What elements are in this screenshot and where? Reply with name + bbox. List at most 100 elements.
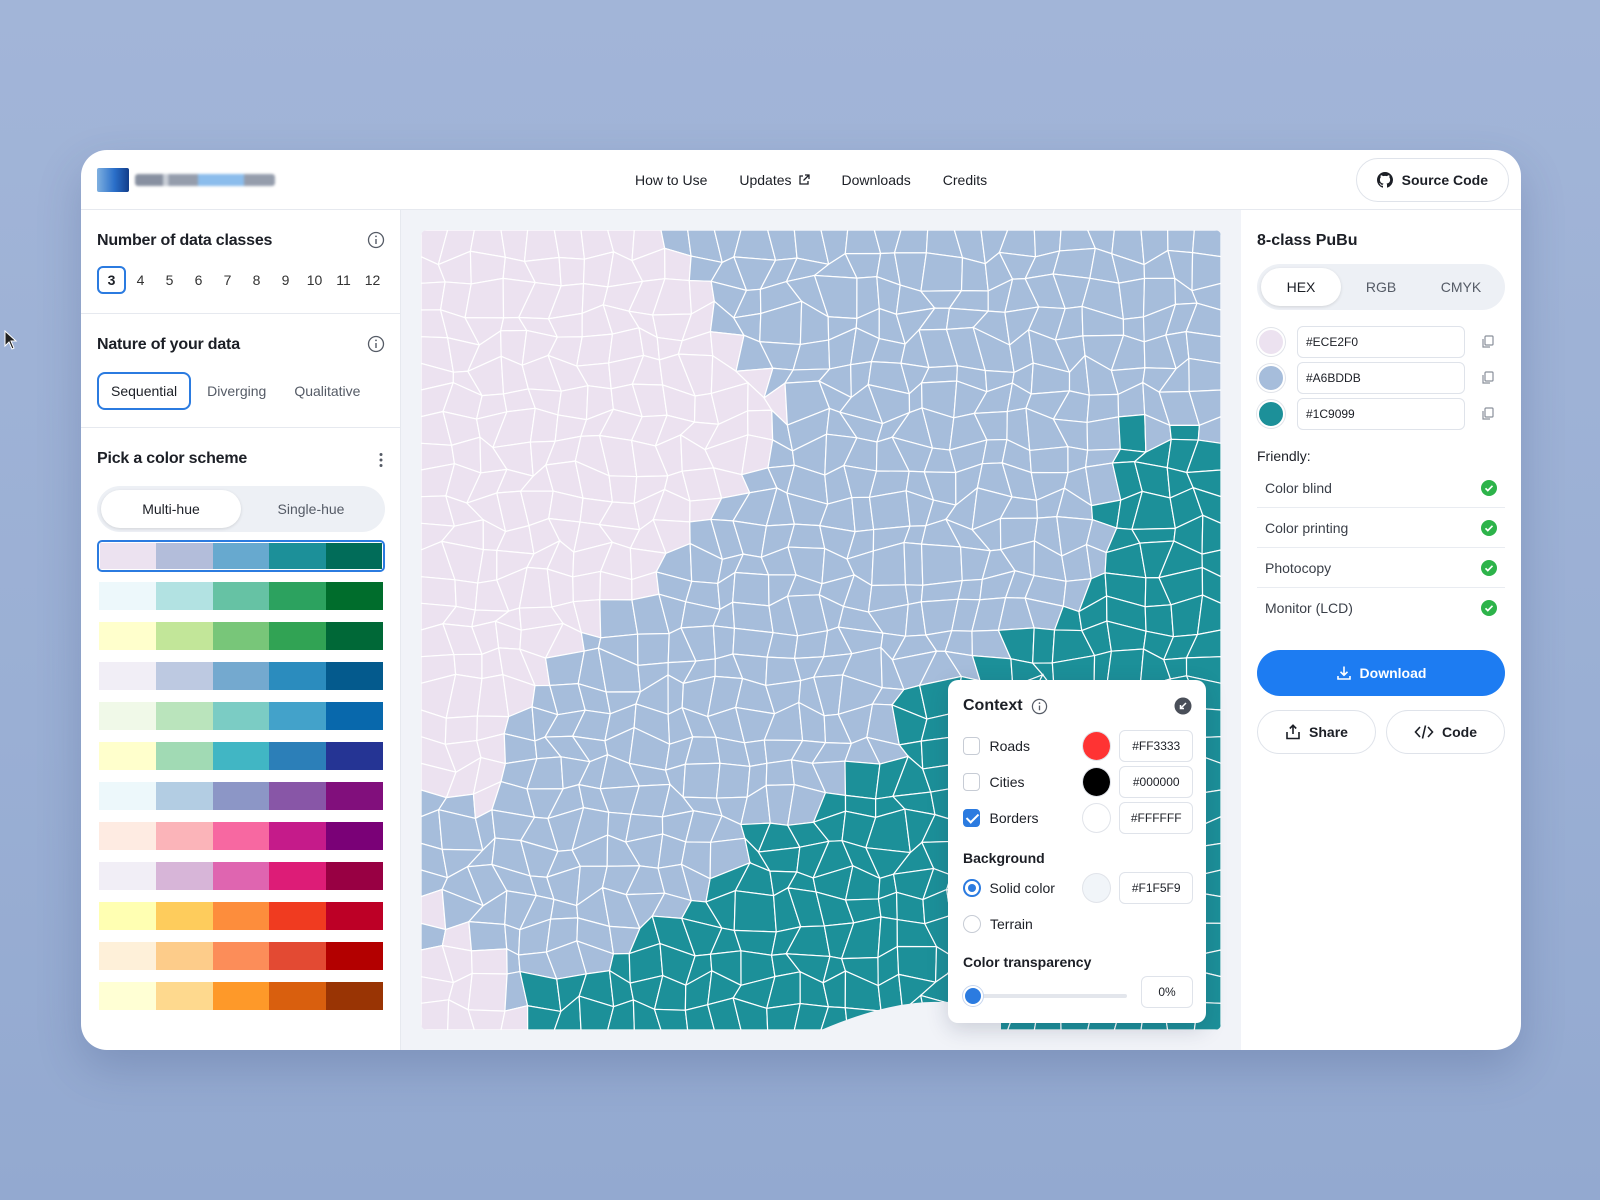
color-hex-field[interactable]: #A6BDDB: [1297, 362, 1465, 394]
color-hex-field[interactable]: #ECE2F0: [1297, 326, 1465, 358]
more-options-icon[interactable]: [379, 452, 383, 468]
info-icon[interactable]: [367, 231, 385, 249]
class-option-5[interactable]: 5: [155, 266, 184, 294]
app-window: How to Use Updates Downloads Credits Sou…: [81, 150, 1521, 1050]
cities-hex-input[interactable]: #000000: [1119, 766, 1193, 798]
map-county: [868, 490, 911, 531]
collapse-panel-icon[interactable]: [1174, 697, 1192, 715]
background-hex-input[interactable]: #F1F5F9: [1119, 872, 1193, 904]
format-tab-hex[interactable]: HEX: [1261, 268, 1341, 306]
friendly-item-label: Color printing: [1265, 519, 1349, 536]
copy-icon[interactable]: [1481, 335, 1495, 349]
scheme-swatch: [155, 742, 213, 770]
cities-checkbox[interactable]: [963, 773, 981, 791]
nav-credits[interactable]: Credits: [943, 172, 987, 188]
scheme-swatch: [155, 902, 213, 930]
copy-icon[interactable]: [1481, 407, 1495, 421]
transparency-slider-thumb[interactable]: [963, 986, 983, 1006]
transparency-value-input[interactable]: 0%: [1141, 976, 1193, 1008]
class-option-3[interactable]: 3: [97, 266, 126, 294]
nature-option-diverging[interactable]: Diverging: [195, 372, 278, 410]
nav-downloads[interactable]: Downloads: [842, 172, 911, 188]
class-option-7[interactable]: 7: [213, 266, 242, 294]
class-option-8[interactable]: 8: [242, 266, 271, 294]
scheme-swatch: [325, 543, 383, 569]
scheme-swatch: [326, 942, 383, 970]
class-option-11[interactable]: 11: [329, 266, 358, 294]
color-scheme-option[interactable]: [97, 700, 385, 732]
borders-color-swatch[interactable]: [1082, 803, 1112, 833]
terrain-radio[interactable]: [963, 915, 981, 933]
class-option-10[interactable]: 10: [300, 266, 329, 294]
share-button[interactable]: Share: [1257, 710, 1376, 754]
download-button[interactable]: Download: [1257, 650, 1505, 696]
scheme-swatch: [326, 702, 383, 730]
color-scheme-option[interactable]: [97, 820, 385, 852]
scheme-swatch: [326, 742, 383, 770]
background-color-swatch[interactable]: [1082, 873, 1112, 903]
scheme-swatch: [155, 982, 213, 1010]
class-option-12[interactable]: 12: [358, 266, 387, 294]
map-county: [1118, 277, 1146, 320]
transparency-slider-track[interactable]: [963, 994, 1127, 998]
nav-label: Credits: [942, 172, 988, 188]
mouse-cursor-icon: [4, 330, 18, 350]
borders-checkbox[interactable]: [963, 809, 981, 827]
scheme-swatch: [99, 902, 156, 930]
friendly-row: Photocopy: [1257, 548, 1505, 588]
roads-hex-input[interactable]: #FF3333: [1119, 730, 1193, 762]
roads-checkbox[interactable]: [963, 737, 981, 755]
hue-option-multi-hue[interactable]: Multi-hue: [101, 490, 241, 528]
roads-label: Roads: [989, 738, 1030, 754]
nav-how-to-use[interactable]: How to Use: [635, 172, 707, 188]
map-county: [682, 762, 721, 799]
section-title: Nature of your data: [97, 336, 240, 353]
map-county: [464, 277, 505, 319]
color-scheme-option[interactable]: [97, 540, 385, 572]
info-icon[interactable]: [1031, 698, 1048, 715]
code-button[interactable]: Code: [1386, 710, 1505, 754]
color-scheme-option[interactable]: [97, 740, 385, 772]
scheme-swatch: [269, 822, 327, 850]
roads-color-swatch[interactable]: [1082, 731, 1112, 761]
nature-option-sequential[interactable]: Sequential: [97, 372, 192, 410]
map-county: [572, 570, 602, 603]
hue-option-single-hue[interactable]: Single-hue: [241, 490, 381, 528]
data-nature-section: Nature of your data Sequential Diverging Q…: [81, 314, 401, 428]
borders-hex-input[interactable]: #FFFFFF: [1119, 802, 1193, 834]
color-scheme-list: [97, 540, 385, 1020]
scheme-swatch: [99, 622, 156, 650]
source-code-label: Source Code: [1401, 172, 1488, 188]
nav-updates[interactable]: Updates: [739, 172, 810, 188]
app-logo[interactable]: [97, 168, 275, 192]
format-tab-cmyk[interactable]: CMYK: [1421, 268, 1501, 306]
class-option-9[interactable]: 9: [271, 266, 300, 294]
friendly-label: Friendly:: [1257, 448, 1311, 464]
nature-option-qualitative[interactable]: Qualitative: [282, 372, 372, 410]
nav-label: Downloads: [841, 172, 911, 188]
source-code-button[interactable]: Source Code: [1355, 158, 1509, 202]
copy-icon[interactable]: [1481, 371, 1495, 385]
map-county: [653, 1008, 689, 1030]
format-tab-rgb[interactable]: RGB: [1341, 268, 1421, 306]
nav-label: How to Use: [635, 172, 708, 188]
color-scheme-option[interactable]: [97, 660, 385, 692]
solid-color-radio[interactable]: [963, 879, 981, 897]
class-option-4[interactable]: 4: [126, 266, 155, 294]
color-hex-field[interactable]: #1C9099: [1297, 398, 1465, 430]
info-icon[interactable]: [367, 335, 385, 353]
class-option-6[interactable]: 6: [184, 266, 213, 294]
left-panel: Number of data classes 3 4 5 6 7 8 9 10 11 12 Nat…: [81, 210, 401, 1050]
scheme-swatch: [269, 782, 327, 810]
color-scheme-option[interactable]: [97, 900, 385, 932]
cities-color-swatch[interactable]: [1082, 767, 1112, 797]
color-scheme-option[interactable]: [97, 580, 385, 612]
cities-label: Cities: [989, 774, 1025, 790]
nav-label: Updates: [739, 172, 792, 188]
color-scheme-option[interactable]: [97, 940, 385, 972]
scheme-swatch: [326, 862, 383, 890]
color-scheme-option[interactable]: [97, 620, 385, 652]
color-scheme-option[interactable]: [97, 980, 385, 1012]
color-scheme-option[interactable]: [97, 860, 385, 892]
color-scheme-option[interactable]: [97, 780, 385, 812]
